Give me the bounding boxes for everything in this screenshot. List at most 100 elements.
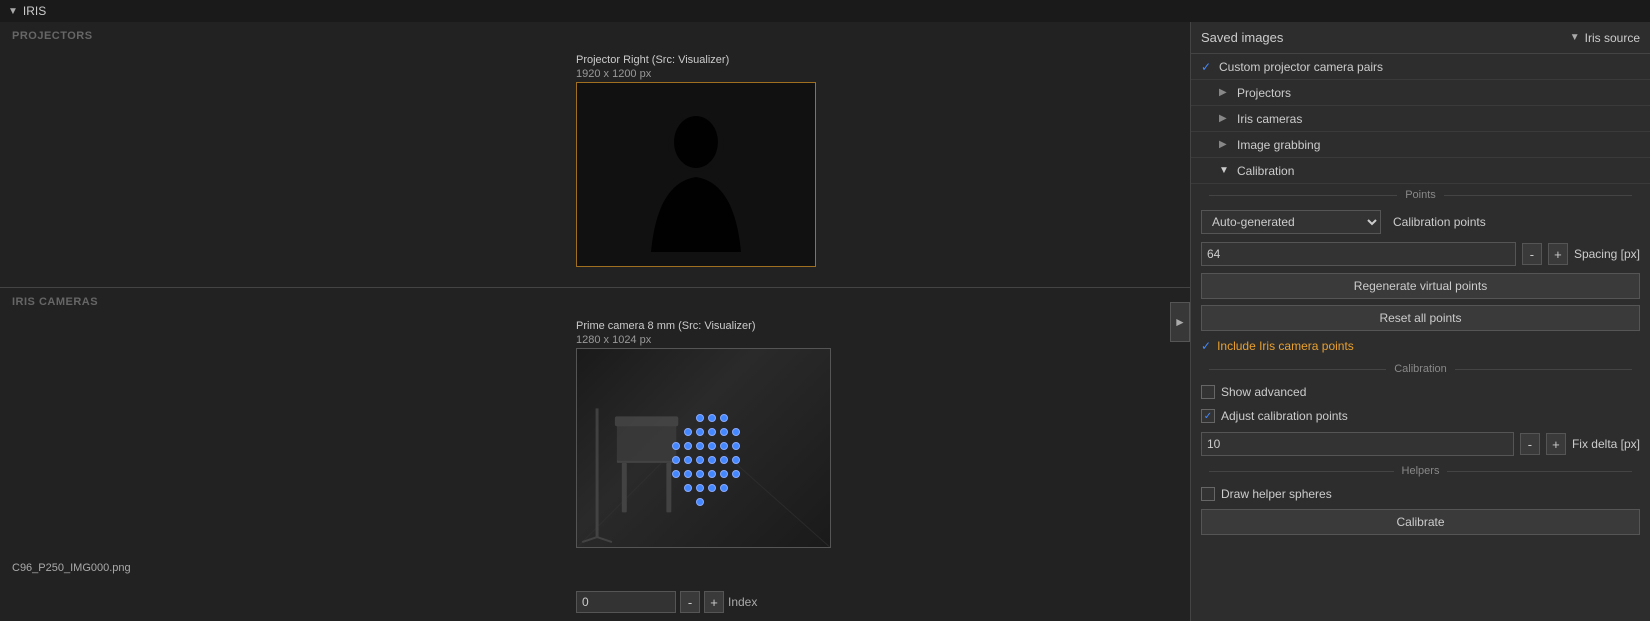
dot [684,484,692,492]
projectors-menu-label: Projectors [1237,86,1291,100]
show-advanced-row[interactable]: Show advanced [1191,380,1650,404]
dot [696,456,704,464]
iris-source-area[interactable]: ▼ Iris source [1570,31,1640,45]
calibrate-button[interactable]: Calibrate [1201,509,1640,535]
dot [732,456,740,464]
index-input[interactable] [576,591,676,613]
dot [708,428,716,436]
calibrate-container: Calibrate [1191,506,1650,538]
dot [720,484,728,492]
calibration-menu-label: Calibration [1237,164,1294,178]
index-decrement-button[interactable]: - [680,591,700,613]
draw-helper-spheres-row[interactable]: Draw helper spheres [1191,482,1650,506]
projector-image-wrapper: Projector Right (Src: Visualizer) 1920 x… [576,52,816,267]
reset-button[interactable]: Reset all points [1201,305,1640,331]
adjust-calibration-label: Adjust calibration points [1221,409,1348,423]
camera-image [576,348,831,548]
camera-image-title: Prime camera 8 mm (Src: Visualizer) [576,320,756,332]
dot [708,414,716,422]
title-bar: ▼ IRIS [0,0,1650,22]
adjust-calibration-checkbox[interactable] [1201,409,1215,423]
right-panel: Saved images ▼ Iris source ✓ Custom proj… [1190,22,1650,621]
app-title: IRIS [23,4,46,18]
include-iris-points-row[interactable]: ✓ Include Iris camera points [1191,334,1650,358]
cameras-section: IRIS CAMERAS Prime camera 8 mm (Src: Vis… [0,287,1190,621]
dot [672,470,680,478]
saved-images-title: Saved images [1201,30,1283,45]
draw-helper-spheres-checkbox[interactable] [1201,487,1215,501]
expand-icon-calibration: ▼ [1219,165,1233,176]
viewport: PROJECTORS Projector Right (Src: Visuali… [0,22,1190,621]
dropdown-triangle-icon: ▼ [1570,32,1580,43]
menu-item-calibration[interactable]: ▼ Calibration [1191,158,1650,184]
spacing-label: Spacing [px] [1574,247,1640,261]
spacing-decrement-button[interactable]: - [1522,243,1542,265]
dot [708,470,716,478]
dot [684,428,692,436]
title-icon: ▼ [8,6,18,17]
dot [708,484,716,492]
dot [672,442,680,450]
dot [732,428,740,436]
right-header: Saved images ▼ Iris source [1191,22,1650,54]
menu-item-projectors[interactable]: ▶ Projectors [1191,80,1650,106]
dot [696,442,704,450]
iris-cameras-menu-label: Iris cameras [1237,112,1302,126]
menu-item-iris-cameras[interactable]: ▶ Iris cameras [1191,106,1650,132]
expand-icon-projectors: ▶ [1219,87,1233,98]
index-bar: - + Index [576,591,757,613]
fix-delta-decrement-button[interactable]: - [1520,433,1540,455]
index-increment-button[interactable]: + [704,591,724,613]
fix-delta-label: Fix delta [px] [1572,437,1640,451]
dot [720,442,728,450]
fix-delta-input[interactable] [1201,432,1514,456]
silhouette-svg [641,112,751,252]
projector-image [576,82,816,267]
dot [696,470,704,478]
expand-arrow[interactable]: ► [1170,302,1190,342]
show-advanced-label: Show advanced [1221,385,1306,399]
expand-icon-iris-cameras: ▶ [1219,113,1233,124]
calibration-section-label: Calibration [1394,363,1447,375]
check-icon-custom-pairs: ✓ [1201,60,1219,74]
auto-generated-select[interactable]: Auto-generated [1201,210,1381,234]
fix-delta-increment-button[interactable]: + [1546,433,1566,455]
dot [720,470,728,478]
dot [672,456,680,464]
points-label: Points [1405,189,1436,201]
dot [696,428,704,436]
include-iris-points-label[interactable]: Include Iris camera points [1217,339,1354,353]
dot [696,498,704,506]
dot [720,456,728,464]
projectors-section: PROJECTORS Projector Right (Src: Visuali… [0,22,1190,287]
regenerate-button[interactable]: Regenerate virtual points [1201,273,1640,299]
dot [720,414,728,422]
dot [684,470,692,478]
calibration-points-row: Auto-generated Calibration points [1191,206,1650,238]
show-advanced-checkbox[interactable] [1201,385,1215,399]
expand-icon-image-grabbing: ▶ [1219,139,1233,150]
dot [684,442,692,450]
projector-image-dims: 1920 x 1200 px [576,68,651,80]
spacing-increment-button[interactable]: + [1548,243,1568,265]
helpers-divider: Helpers [1191,460,1650,482]
menu-item-custom-pairs[interactable]: ✓ Custom projector camera pairs [1191,54,1650,80]
spacing-input[interactable] [1201,242,1516,266]
regenerate-container: Regenerate virtual points [1191,270,1650,302]
menu-item-image-grabbing[interactable]: ▶ Image grabbing [1191,132,1650,158]
dot [732,442,740,450]
camera-image-wrapper: Prime camera 8 mm (Src: Visualizer) 1280… [576,318,831,548]
reset-container: Reset all points [1191,302,1650,334]
draw-helper-spheres-label: Draw helper spheres [1221,487,1332,501]
cameras-label: IRIS CAMERAS [0,288,1190,312]
main-layout: PROJECTORS Projector Right (Src: Visuali… [0,22,1650,621]
include-iris-check-icon: ✓ [1201,339,1211,353]
file-info-bar: C96_P250_IMG000.png [0,560,1190,576]
calibration-divider: Calibration [1191,358,1650,380]
dot [720,428,728,436]
dot [684,456,692,464]
dot [708,442,716,450]
dot [696,414,704,422]
helpers-label: Helpers [1402,465,1440,477]
adjust-calibration-row[interactable]: Adjust calibration points [1191,404,1650,428]
